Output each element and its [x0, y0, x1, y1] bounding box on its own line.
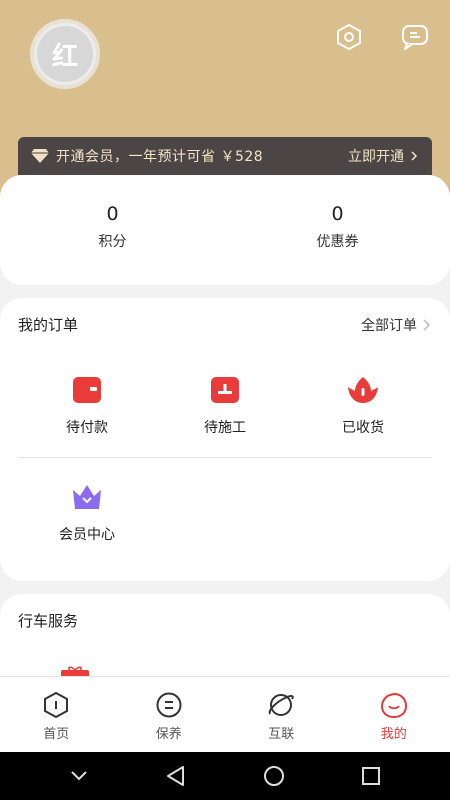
vip-activate-button[interactable]: 立即开通 [348, 146, 420, 166]
order-item-label: 会员中心 [59, 527, 115, 543]
diamond-icon [31, 149, 49, 163]
divider [18, 457, 432, 458]
order-pending-service[interactable]: 待施工 [156, 373, 294, 437]
points-stat[interactable]: 0 积分 [0, 175, 225, 285]
vip-banner[interactable]: 开通会员，一年预计可省 ￥528 立即开通 [18, 137, 432, 175]
toolbox-icon [211, 377, 239, 403]
back-triangle-icon [167, 766, 185, 786]
coupons-value: 0 [331, 203, 344, 225]
home-icon [44, 691, 69, 719]
vip-promo-text: 开通会员，一年预计可省 ￥528 [56, 149, 264, 165]
coupons-stat[interactable]: 0 优惠券 [225, 175, 450, 285]
order-item-label: 已收货 [342, 420, 384, 436]
order-pending-payment[interactable]: 待付款 [18, 373, 156, 437]
planet-icon [268, 694, 294, 716]
orders-card: 我的订单 全部订单 待付款 待施工 已收货 会员中心 [0, 298, 450, 581]
chevron-right-icon [411, 151, 418, 161]
coupons-label: 优惠券 [316, 234, 359, 250]
member-center[interactable]: 会员中心 [18, 480, 156, 544]
stats-card: 0 积分 0 优惠券 [0, 175, 450, 285]
message-icon[interactable] [400, 22, 430, 52]
nav-back-button[interactable] [156, 756, 196, 796]
crown-icon [73, 485, 101, 509]
all-orders-link[interactable]: 全部订单 [361, 315, 432, 335]
nav-recents-button[interactable] [351, 756, 391, 796]
wallet-icon [73, 377, 101, 403]
nav-hide-keyboard-button[interactable] [59, 756, 99, 796]
points-value: 0 [106, 203, 119, 225]
points-label: 积分 [98, 234, 127, 250]
services-title: 行车服务 [18, 612, 79, 630]
bottom-tab-bar: 首页 保养 互联 我的 [0, 676, 450, 752]
vip-action-label: 立即开通 [348, 149, 404, 165]
tab-label: 互联 [268, 727, 295, 742]
avatar-text: 红 [37, 26, 93, 82]
home-circle-icon [263, 766, 284, 786]
system-nav-bar [0, 752, 450, 800]
settings-icon[interactable] [334, 22, 364, 52]
chevron-down-icon [71, 771, 87, 781]
tab-mine[interactable]: 我的 [338, 677, 450, 752]
nav-home-button[interactable] [254, 756, 294, 796]
order-item-label: 待施工 [204, 420, 246, 436]
all-orders-label: 全部订单 [361, 317, 417, 334]
tab-label: 保养 [155, 727, 182, 742]
order-item-label: 待付款 [66, 420, 108, 436]
tab-label: 我的 [380, 727, 407, 742]
tab-home[interactable]: 首页 [0, 677, 113, 752]
avatar[interactable]: 红 [30, 19, 100, 89]
recents-square-icon [362, 767, 381, 785]
tab-label: 首页 [43, 727, 70, 742]
order-received[interactable]: 已收货 [294, 373, 432, 437]
tab-maintenance[interactable]: 保养 [113, 677, 226, 752]
chevron-right-icon [423, 318, 431, 331]
maintenance-icon [156, 692, 182, 718]
orders-title: 我的订单 [18, 316, 79, 334]
profile-icon [380, 692, 407, 719]
lotus-icon [348, 377, 378, 403]
tab-connect[interactable]: 互联 [225, 677, 338, 752]
